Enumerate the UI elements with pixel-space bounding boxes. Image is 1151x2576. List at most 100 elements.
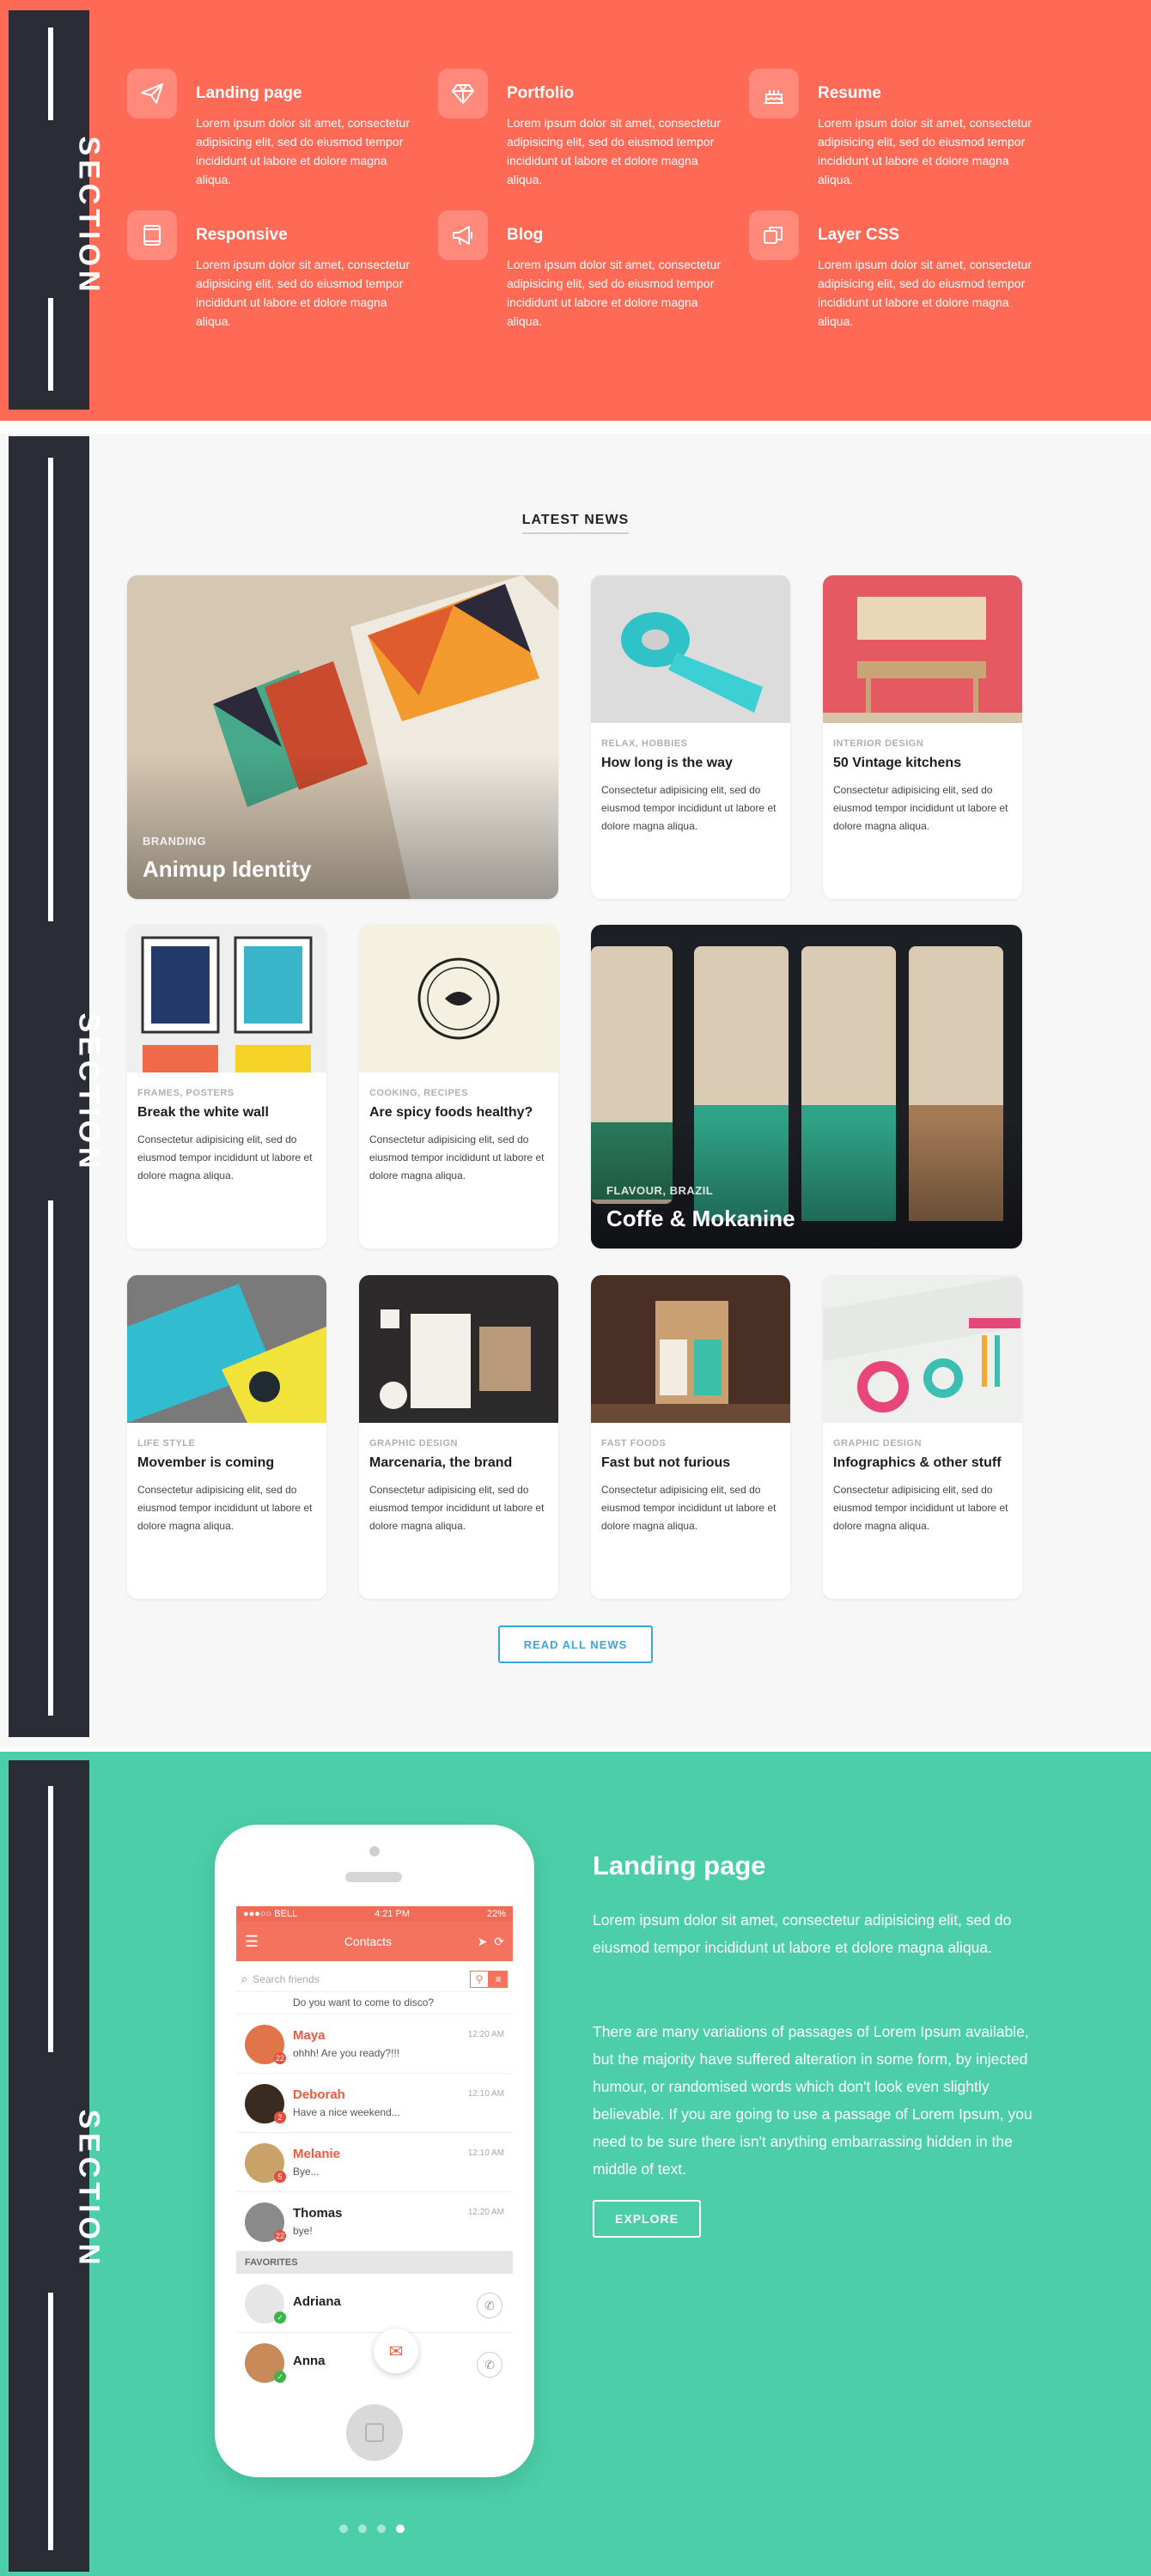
stationery-image [359,1275,558,1423]
phone-call-icon[interactable]: ✆ [477,2352,502,2378]
contact-message: Have a nice weekend... [293,2106,400,2118]
map-pin-toggle[interactable]: ⚲ [470,1970,489,1988]
cacao-image [591,925,1022,1249]
online-check-icon: ✓ [274,2371,286,2383]
news-desc: Consectetur adipisicing elit, sed do eiu… [137,1133,313,1182]
news-category: BRANDING [143,835,207,848]
spicemode-logo-image [359,925,558,1072]
rail-line-top [48,1786,53,2052]
battery: 22% [486,1909,506,1919]
news-desc: Consectetur adipisicing elit, sed do eiu… [369,1484,545,1532]
section-rail: SECTION [9,1760,106,2572]
search-bar: ⌕ Search friends ⚲ ≡ [236,1966,513,1992]
news-section: SECTION LATEST NEWS BRANDING Animup Iden… [0,434,1151,1747]
clock: 4:21 PM [375,1909,411,1919]
contact-row[interactable]: 22 Maya ohhh! Are you ready?!!! 12:20 AM [236,2014,513,2074]
megaphone-icon [438,210,488,260]
paper-plane-icon [127,69,177,118]
contact-time: 12:10 AM [467,2089,504,2099]
nav-title: Contacts [344,1935,393,1948]
cake-icon [749,69,799,118]
read-all-news-button[interactable]: READ ALL NEWS [498,1625,653,1663]
favorite-row[interactable]: ✓ Anna ✆ [236,2333,513,2387]
contact-name: Anna [293,2354,326,2368]
contact-message: ohhh! Are you ready?!!! [293,2047,400,2059]
contact-message: Do you want to come to disco? [293,1996,435,2008]
contact-row-partial[interactable]: Do you want to come to disco? [236,1992,513,2014]
section-rail: SECTION [9,10,106,410]
news-title: Movember is coming [137,1455,275,1470]
movember-image [127,1275,326,1423]
contact-name: Thomas [293,2206,343,2221]
favorite-row[interactable]: ✓ Adriana ✆ [236,2274,513,2333]
news-featured-card[interactable]: BRANDING Animup Identity [127,575,558,899]
unread-badge: 22 [274,2230,286,2242]
tablet-icon [127,210,177,260]
search-icon: ⌕ [241,1971,248,1985]
feature-title: Layer CSS [818,226,900,244]
feature-title: Blog [507,226,544,244]
phone-call-icon[interactable]: ✆ [477,2293,502,2318]
news-card[interactable]: RELAX, HOBBIES How long is the way Conse… [591,575,790,899]
news-category: GRAPHIC DESIGN [369,1438,458,1449]
news-card[interactable]: GRAPHIC DESIGN Marcenaria, the brand Con… [359,1275,558,1599]
news-featured-card[interactable]: FLAVOUR, BRAZIL Coffe & Mokanine [591,925,1022,1249]
favorites-header: FAVORITES [236,2251,513,2274]
feature-title: Responsive [196,226,288,244]
feature-desc: Lorem ipsum dolor sit amet, consectetur … [818,258,1032,328]
contact-name: Deborah [293,2087,345,2102]
news-title: Marcenaria, the brand [369,1455,513,1470]
news-desc: Consectetur adipisicing elit, sed do eiu… [369,1133,545,1182]
location-arrow-icon[interactable]: ➤ [478,1935,488,1948]
contact-row[interactable]: 5 Melanie Bye... 12:10 AM [236,2133,513,2192]
chat-bubble-icon: ✉ [388,2342,404,2361]
contact-row[interactable]: 2 Deborah Have a nice weekend... 12:10 A… [236,2074,513,2133]
contact-time: 12:20 AM [467,2030,504,2039]
chat-fab-button[interactable]: ✉ [374,2329,418,2373]
list-toggle[interactable]: ≡ [489,1970,508,1988]
contact-time: 12:20 AM [467,2208,504,2217]
news-card[interactable]: FAST FOODS Fast but not furious Consecte… [591,1275,790,1599]
unread-badge: 2 [274,2111,286,2123]
news-category: LIFE STYLE [137,1438,196,1449]
news-title: Break the white wall [137,1105,269,1120]
contact-row[interactable]: 22 Thomas bye! 12:20 AM [236,2192,513,2251]
branding-image [127,575,558,899]
news-category: FAST FOODS [601,1438,667,1449]
rail-label: SECTION [72,136,106,296]
news-desc: Consectetur adipisicing elit, sed do eiu… [601,784,776,832]
news-card[interactable]: GRAPHIC DESIGN Infographics & other stuf… [823,1275,1022,1599]
news-title: How long is the way [601,756,733,770]
news-card[interactable]: FRAMES, POSTERS Break the white wall Con… [127,925,326,1249]
rail-line-bottom [48,2293,53,2550]
carousel-dots [339,2524,405,2533]
carousel-dot[interactable] [339,2524,348,2533]
tape-image [591,575,790,723]
landing-body: There are many variations of passages of… [593,2023,1032,2178]
unread-badge: 5 [274,2171,286,2183]
news-card[interactable]: LIFE STYLE Movember is coming Consectetu… [127,1275,326,1599]
explore-button[interactable]: EXPLORE [593,2200,701,2238]
refresh-icon[interactable]: ⟳ [494,1935,504,1948]
rail-line-top [48,27,53,120]
news-desc: Consectetur adipisicing elit, sed do eiu… [833,784,1008,832]
carousel-dot[interactable] [377,2524,386,2533]
news-card[interactable]: INTERIOR DESIGN 50 Vintage kitchens Cons… [823,575,1022,899]
feature-title: Portfolio [507,84,575,102]
status-bar: ●●●○○ BELL 4:21 PM 22% [236,1906,513,1922]
news-card[interactable]: COOKING, RECIPES Are spicy foods healthy… [359,925,558,1249]
landing-intro: Lorem ipsum dolor sit amet, consectetur … [593,1911,1012,1956]
carousel-dot-active[interactable] [396,2524,405,2533]
feature-desc: Lorem ipsum dolor sit amet, consectetur … [196,258,410,328]
search-input[interactable]: Search friends [253,1973,470,1985]
rail-line-bottom [48,298,53,391]
feature-title: Landing page [196,84,302,102]
landing-title: Landing page [593,1850,766,1880]
feature-desc: Lorem ipsum dolor sit amet, consectetur … [507,116,721,186]
news-heading: LATEST NEWS [0,513,1151,534]
news-title: Are spicy foods healthy? [369,1105,533,1120]
contact-name: Adriana [293,2294,341,2309]
menu-icon[interactable]: ☰ [245,1933,259,1951]
contact-name: Maya [293,2028,326,2043]
carousel-dot[interactable] [358,2524,367,2533]
